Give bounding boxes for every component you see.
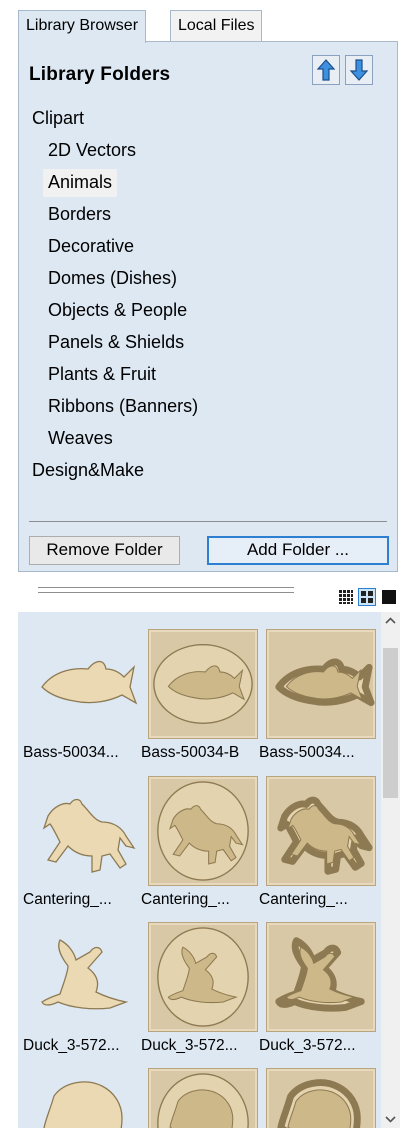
horse-relief-icon [157,781,249,881]
horse-relief-icon [277,796,373,875]
tree-item-plants-fruit[interactable]: Plants & Fruit [43,361,161,389]
tree-item-panels-shields[interactable]: Panels & Shields [43,329,189,357]
tree-item-design-make[interactable]: Design&Make [27,457,149,485]
tab-local-files[interactable]: Local Files [170,10,263,41]
tree-item-ribbons-banners[interactable]: Ribbons (Banners) [43,393,203,421]
thumbnail-label[interactable]: Bass-50034... [259,743,377,763]
fish-relief-icon [275,658,375,707]
duck-relief-icon [157,927,249,1027]
move-up-button[interactable] [312,55,340,85]
thumbnail-label[interactable]: Duck_3-572... [141,1036,259,1056]
tree-item-borders[interactable]: Borders [43,201,116,229]
eagle-relief-icon [157,1073,249,1128]
thumbnail-eagle-oval[interactable] [148,1068,258,1128]
thumbnail-label[interactable]: Cantering_... [23,890,141,910]
tree-item-clipart[interactable]: Clipart [27,105,89,133]
move-down-button[interactable] [345,55,373,85]
tree-item-decorative[interactable]: Decorative [43,233,139,261]
tree-item-animals[interactable]: Animals [43,169,118,197]
arrow-down-icon [349,59,369,81]
thumbnail-eagle-plain[interactable] [30,1068,140,1128]
thumbnail-horse-plain[interactable] [30,776,140,886]
panel-divider [29,521,387,522]
scroll-up-icon[interactable] [381,612,400,630]
thumbnail-label[interactable]: Cantering_... [141,890,259,910]
panel-title: Library Folders [29,64,171,85]
tree-item-2d-vectors[interactable]: 2D Vectors [43,137,141,165]
duck-relief-icon [275,937,365,1012]
thumbnail-label[interactable]: Cantering_... [259,890,377,910]
thumbnail-label[interactable]: Bass-50034-B [141,743,259,763]
library-folders-panel: Library Folders Clipart 2D Vectors Animals… [18,41,398,572]
eagle-relief-icon [43,1081,123,1128]
thumbnail-fish-plain[interactable] [30,629,140,739]
scrollbar-thumb[interactable] [383,648,398,798]
tree-item-domes-dishes[interactable]: Domes (Dishes) [43,265,182,293]
thumbnail-duck-plain[interactable] [30,922,140,1032]
tab-library-browser[interactable]: Library Browser [18,10,147,43]
thumbnail-fish-contour[interactable] [266,629,376,739]
thumbnail-horse-contour[interactable] [266,776,376,886]
large-thumbnails-icon[interactable] [358,588,376,606]
small-thumbnails-icon[interactable] [338,589,354,605]
horse-relief-icon [42,798,136,873]
thumbnail-duck-oval[interactable] [148,922,258,1032]
thumbnail-horse-oval[interactable] [148,776,258,886]
thumbnail-label[interactable]: Duck_3-572... [23,1036,141,1056]
tab-bar: Library Browser Local Files [0,0,400,43]
scroll-down-icon[interactable] [381,1110,400,1128]
vertical-scrollbar[interactable] [381,612,400,1128]
splitter-row [0,574,400,612]
arrow-up-icon [316,59,336,81]
thumbnail-duck-contour[interactable] [266,922,376,1032]
add-folder-button[interactable]: Add Folder ... [207,536,389,565]
remove-folder-button[interactable]: Remove Folder [29,536,180,565]
single-view-icon[interactable] [381,589,397,605]
duck-relief-icon [41,939,129,1010]
thumbnail-eagle-contour[interactable] [266,1068,376,1128]
splitter-grip[interactable] [38,587,294,588]
eagle-relief-icon [277,1079,361,1128]
fish-relief-icon [41,660,138,705]
thumbnail-label[interactable]: Bass-50034... [23,743,141,763]
splitter-grip-line [38,592,294,593]
fish-relief-icon [153,644,253,724]
thumbnail-grid: Bass-50034... Bass-50034-B Bass-50034... Ca… [18,612,381,1128]
thumbnail-label[interactable]: Duck_3-572... [259,1036,377,1056]
tree-item-objects-people[interactable]: Objects & People [43,297,192,325]
thumbnail-fish-oval[interactable] [148,629,258,739]
tree-item-weaves[interactable]: Weaves [43,425,118,453]
